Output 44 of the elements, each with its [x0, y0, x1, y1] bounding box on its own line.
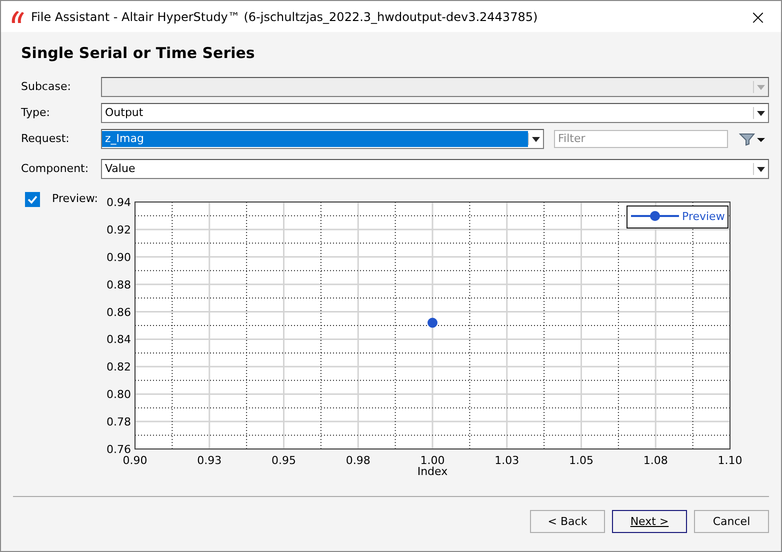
y-tick-label: 0.94: [106, 196, 131, 209]
x-tick-label: 1.00: [420, 454, 445, 467]
y-tick-label: 0.88: [106, 278, 131, 292]
y-tick-label: 0.86: [106, 306, 131, 319]
field-label: Type:: [21, 106, 51, 119]
dropdown-arrow-icon: [528, 132, 543, 144]
dropdown-arrow-icon: [753, 80, 768, 92]
dropdown-arrow-icon: [753, 162, 768, 174]
field-label: Request:: [21, 132, 70, 145]
x-tick-label: 1.03: [494, 454, 520, 467]
wizard-button[interactable]: Next >: [612, 510, 687, 533]
x-tick-label: 1.10: [718, 454, 742, 467]
app-logo-icon: [9, 10, 25, 24]
checkbox[interactable]: [25, 192, 40, 207]
window-title: File Assistant - Altair HyperStudy™ (6-jschultzjas_2022.3_hwdoutput-dev3.2443785): [31, 10, 539, 24]
x-tick-label: 1.05: [569, 454, 594, 467]
y-tick-label: 0.82: [106, 360, 131, 374]
wizard-button[interactable]: < Back: [530, 510, 605, 533]
y-tick-label: 0.92: [106, 223, 131, 236]
x-axis-title: Index: [417, 465, 448, 478]
dropdown-field[interactable]: z_Imag: [101, 128, 544, 148]
x-tick-label: 0.90: [122, 454, 148, 467]
y-tick-label: 0.78: [106, 416, 131, 429]
x-tick-label: 1.08: [643, 454, 668, 467]
checkbox-label: Preview:: [52, 192, 98, 205]
filter-icon[interactable]: [739, 132, 767, 146]
wizard-button[interactable]: Cancel: [694, 510, 769, 533]
field-label: Component:: [21, 162, 90, 175]
y-tick-label: 0.90: [106, 250, 131, 264]
x-tick-label: 0.95: [272, 454, 296, 467]
dropdown-arrow-icon: [753, 106, 768, 118]
field-label: Subcase:: [21, 80, 72, 93]
dropdown-field[interactable]: Value: [101, 158, 769, 178]
legend-label: Preview: [682, 210, 725, 223]
page-heading: Single Serial or Time Series: [21, 44, 256, 62]
x-tick-label: 0.93: [197, 454, 222, 467]
y-tick-label: 0.84: [106, 333, 131, 346]
x-tick-label: 0.98: [346, 454, 370, 467]
legend-marker-icon: [631, 211, 679, 221]
y-tick-label: 0.76: [106, 443, 131, 456]
dropdown-field[interactable]: Output: [101, 102, 769, 122]
close-button[interactable]: ×: [735, 1, 781, 32]
y-tick-label: 0.80: [106, 388, 131, 402]
filter-field[interactable]: Filter: [554, 130, 728, 148]
